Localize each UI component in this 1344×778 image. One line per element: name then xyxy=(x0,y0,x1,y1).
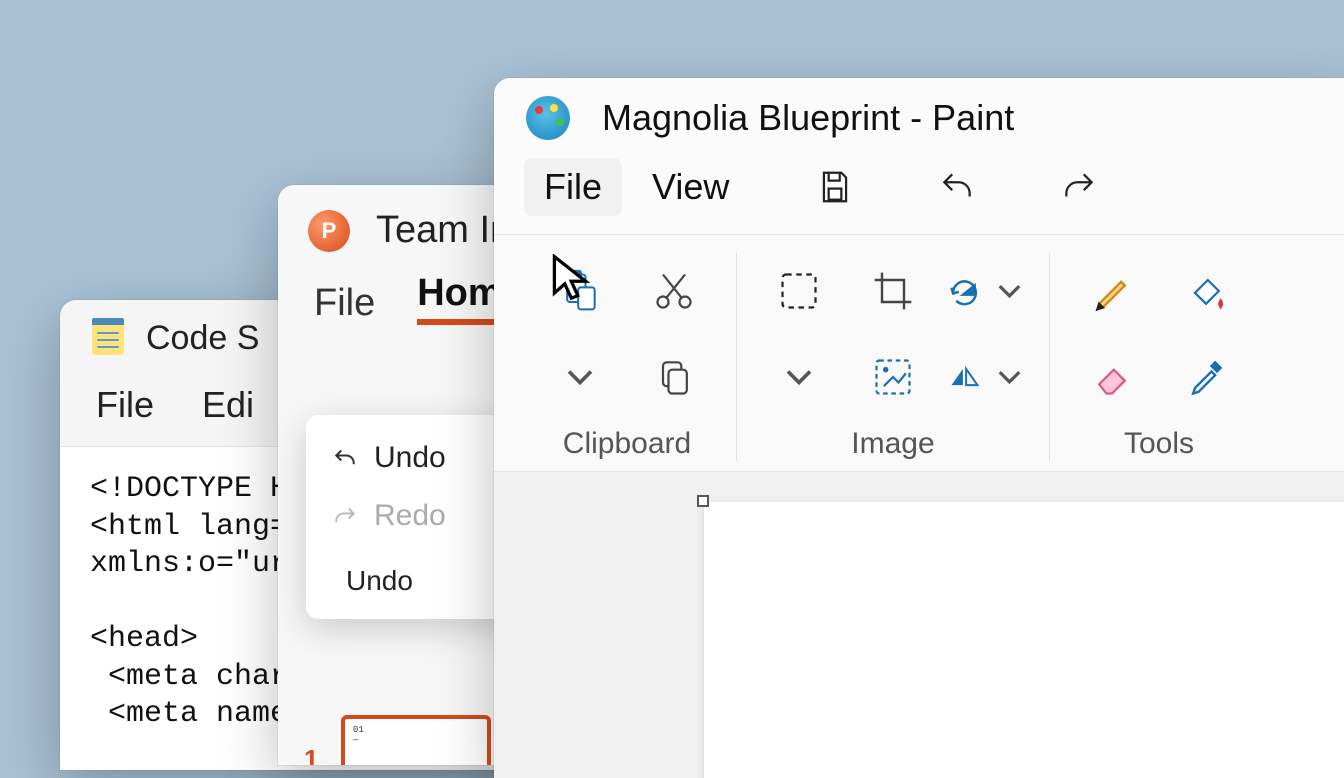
select-icon xyxy=(777,269,821,313)
copy-icon xyxy=(652,355,696,399)
slide-number: 1 xyxy=(304,744,318,766)
slide-thumbnail-1[interactable]: 01 — xyxy=(341,715,491,765)
notepad-menu-edit[interactable]: Edi xyxy=(202,384,254,426)
paint-icon xyxy=(526,96,570,140)
paste-icon xyxy=(558,269,602,313)
paint-titlebar: Magnolia Blueprint - Paint xyxy=(494,78,1344,148)
chevron-down-icon xyxy=(990,355,1029,399)
chevron-down-icon xyxy=(777,355,821,399)
undo-icon xyxy=(330,443,360,473)
powerpoint-menu-file[interactable]: File xyxy=(314,282,375,325)
tools-group: Tools xyxy=(1049,253,1268,461)
undo-label: Undo xyxy=(374,441,446,475)
slide-thumbnails: 1 01 — xyxy=(304,715,491,765)
dropdown-section-label: Undo xyxy=(306,545,526,601)
notepad-icon xyxy=(88,318,128,358)
paint-menubar: File View xyxy=(494,148,1344,234)
undo-button[interactable] xyxy=(921,158,993,216)
eraser-tool[interactable] xyxy=(1070,339,1154,415)
chevron-down-icon xyxy=(990,269,1029,313)
undo-item[interactable]: Undo xyxy=(306,429,526,487)
notepad-menu-file[interactable]: File xyxy=(96,384,154,426)
powerpoint-title: Team In xyxy=(376,209,511,252)
fill-tool[interactable] xyxy=(1164,253,1248,329)
paint-menu-view[interactable]: View xyxy=(632,158,749,216)
resize-button[interactable] xyxy=(851,339,935,415)
paste-button[interactable] xyxy=(538,253,622,329)
chevron-down-icon xyxy=(558,355,602,399)
powerpoint-undo-dropdown: Undo Redo Undo xyxy=(306,415,526,619)
notepad-title: Code S xyxy=(146,319,259,358)
undo-icon xyxy=(938,168,976,206)
crop-icon xyxy=(871,269,915,313)
paint-ribbon: Clipboard xyxy=(494,234,1344,471)
powerpoint-icon: P xyxy=(308,210,350,252)
rotate-icon xyxy=(945,269,984,313)
redo-label: Redo xyxy=(374,499,446,533)
pencil-tool[interactable] xyxy=(1070,253,1154,329)
select-button[interactable] xyxy=(757,253,841,329)
paint-canvas[interactable] xyxy=(704,502,1344,778)
flip-button[interactable] xyxy=(945,339,1029,415)
clipboard-group: Clipboard xyxy=(518,253,736,461)
clipboard-label: Clipboard xyxy=(563,415,691,461)
redo-button[interactable] xyxy=(1043,158,1115,216)
fill-icon xyxy=(1184,269,1228,313)
resize-icon xyxy=(871,355,915,399)
select-dropdown[interactable] xyxy=(769,339,829,415)
pencil-icon xyxy=(1090,269,1134,313)
save-icon xyxy=(816,168,854,206)
paint-title: Magnolia Blueprint - Paint xyxy=(602,97,1014,139)
rotate-button[interactable] xyxy=(945,253,1029,329)
paint-canvas-area xyxy=(494,471,1344,778)
copy-button[interactable] xyxy=(632,339,716,415)
save-button[interactable] xyxy=(799,158,871,216)
canvas-handle[interactable] xyxy=(697,495,709,507)
crop-button[interactable] xyxy=(851,253,935,329)
paste-dropdown[interactable] xyxy=(550,339,610,415)
cut-icon xyxy=(652,269,696,313)
image-label: Image xyxy=(851,415,934,461)
redo-icon xyxy=(1060,168,1098,206)
eraser-icon xyxy=(1090,355,1134,399)
paint-window: Magnolia Blueprint - Paint File View xyxy=(494,78,1344,778)
eyedropper-tool[interactable] xyxy=(1164,339,1248,415)
paint-menu-file[interactable]: File xyxy=(524,158,622,216)
tools-label: Tools xyxy=(1124,415,1194,461)
cut-button[interactable] xyxy=(632,253,716,329)
redo-item: Redo xyxy=(306,487,526,545)
flip-icon xyxy=(945,355,984,399)
eyedropper-icon xyxy=(1184,355,1228,399)
redo-icon xyxy=(330,501,360,531)
image-group: Image xyxy=(736,253,1049,461)
